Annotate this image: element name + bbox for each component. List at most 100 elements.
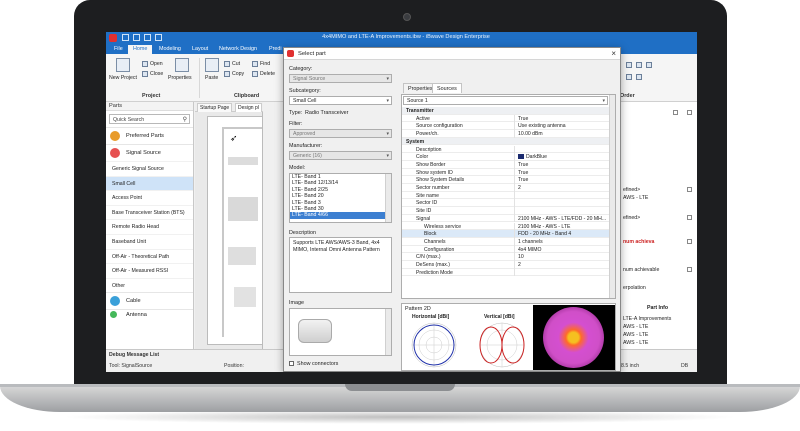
list-item[interactable]: Base Transceiver Station (BTS) (106, 204, 193, 220)
close-icon[interactable]: × (611, 49, 616, 58)
list-item[interactable]: Off-Air - Measured RSSI (106, 263, 193, 278)
row-checkbox[interactable] (687, 187, 692, 192)
subcategory-select[interactable]: Small Cell ▾ (289, 96, 392, 105)
scrollbar[interactable] (385, 309, 391, 355)
property-row[interactable]: Site name (402, 191, 611, 200)
property-row[interactable]: Prediction Mode (402, 268, 611, 277)
list-item[interactable]: Other (106, 277, 193, 293)
tab-home[interactable]: Home (128, 45, 153, 54)
tab-startup-page[interactable]: Startup Page (197, 103, 233, 112)
open-button[interactable]: Open (150, 61, 163, 67)
property-category[interactable]: Transmitter (402, 107, 611, 115)
list-item[interactable]: Generic Signal Source (106, 161, 193, 176)
paste-button[interactable]: Paste (205, 75, 218, 81)
find-icon[interactable] (252, 61, 258, 67)
part-info-tab[interactable]: Part Info (647, 305, 668, 311)
row-checkbox[interactable] (687, 239, 692, 244)
property-row[interactable]: Show system ID True (402, 168, 611, 177)
new-project-icon[interactable] (116, 58, 130, 72)
visibility-checkbox[interactable] (673, 110, 678, 115)
chevron-down-icon: ▾ (386, 76, 389, 82)
debug-tab[interactable]: Debug Message List (109, 352, 159, 358)
property-row[interactable]: C/N (max.) 10 (402, 253, 611, 261)
property-row[interactable]: Source configuration Use existing antenna (402, 122, 611, 131)
undo-icon[interactable] (133, 34, 140, 41)
category-antenna[interactable]: Antenna (106, 309, 193, 319)
property-row[interactable]: Site ID (402, 207, 611, 215)
new-project-button[interactable]: New Project (109, 75, 137, 81)
property-row[interactable]: Wireless service 2100 MHz - AWS - LTE (402, 222, 611, 231)
order-icon[interactable] (626, 74, 632, 80)
scrollbar[interactable] (609, 95, 615, 298)
design-canvas[interactable]: Startup Page Design pl ➶ (195, 102, 263, 349)
source-select[interactable]: Source 1 ▾ (403, 96, 608, 105)
row-checkbox[interactable] (687, 267, 692, 272)
close-button[interactable]: Close (150, 71, 163, 77)
floor-plan[interactable]: ➶ (207, 116, 263, 345)
redo-icon[interactable] (144, 34, 151, 41)
property-row[interactable]: Active True (402, 114, 611, 123)
row-checkbox[interactable] (687, 215, 692, 220)
save-icon[interactable] (122, 34, 129, 41)
scrollbar[interactable] (385, 174, 391, 222)
property-row[interactable]: Configuration 4x4 MIMO (402, 245, 611, 254)
search-icon[interactable]: ⚲ (183, 116, 187, 123)
delete-button[interactable]: Delete (260, 71, 275, 77)
visibility-checkbox[interactable] (687, 110, 692, 115)
tab-sources[interactable]: Sources (432, 83, 462, 93)
open-icon[interactable] (142, 61, 148, 67)
pattern-2d-panel: Pattern 2D Horizontal [dBi] Vertical [dB… (401, 303, 616, 371)
tab-modeling[interactable]: Modeling (154, 45, 186, 54)
order-icon[interactable] (646, 62, 652, 68)
category-select[interactable]: Signal Source ▾ (289, 74, 392, 83)
property-row[interactable]: Color DarkBlue (402, 153, 611, 161)
property-row[interactable]: Power/ch. 10.00 dBm (402, 130, 611, 138)
filter-select[interactable]: Approved ▾ (289, 129, 392, 138)
laptop-notch (345, 384, 455, 391)
copy-button[interactable]: Copy (232, 71, 244, 77)
property-value: 10.00 dBm (518, 131, 543, 138)
property-row[interactable]: Block FDD - 20 MHz - Band 4 (402, 230, 611, 238)
find-button[interactable]: Find (260, 61, 270, 67)
tab-network-design[interactable]: Network Design (214, 45, 262, 54)
list-item[interactable]: Baseband Unit (106, 233, 193, 249)
category-signal-source[interactable]: Signal Source (106, 144, 193, 161)
order-icon[interactable] (636, 74, 642, 80)
quick-search-input[interactable]: Quick Search ⚲ (109, 114, 190, 124)
properties-icon[interactable] (175, 58, 189, 72)
list-item[interactable]: Off-Air - Theoretical Path (106, 248, 193, 264)
tab-file[interactable]: File (109, 45, 128, 54)
property-row[interactable]: Show Border True (402, 160, 611, 169)
property-row[interactable]: Show System Details True (402, 176, 611, 184)
category-cable[interactable]: Cable (106, 292, 193, 309)
property-row[interactable]: Sector ID (402, 199, 611, 208)
document-tabs: Startup Page Design pl (195, 102, 263, 112)
property-row[interactable]: Sector number 2 (402, 184, 611, 192)
cut-icon[interactable] (224, 61, 230, 67)
delete-icon[interactable] (252, 71, 258, 77)
print-icon[interactable] (155, 34, 162, 41)
property-row[interactable]: Channels 1 channels (402, 237, 611, 246)
manufacturer-select[interactable]: Generic (16) ▾ (289, 151, 392, 160)
category-preferred-parts[interactable]: Preferred Parts (106, 127, 193, 144)
model-list[interactable]: LTE- Band 1 LTE- Band 12/13/14 LTE- Band… (289, 173, 392, 223)
model-item-selected[interactable]: LTE- Band 4/66 (290, 212, 391, 219)
list-item[interactable]: Small Cell (106, 175, 193, 191)
tab-layout[interactable]: Layout (187, 45, 213, 54)
close-project-icon[interactable] (142, 71, 148, 77)
properties-button[interactable]: Properties (168, 75, 192, 81)
list-item[interactable]: Remote Radio Head (106, 219, 193, 234)
tab-design-plan[interactable]: Design pl (235, 103, 262, 112)
cut-button[interactable]: Cut (232, 61, 240, 67)
paste-icon[interactable] (205, 58, 219, 72)
property-row[interactable]: Description (402, 145, 611, 154)
show-connectors-checkbox[interactable] (289, 361, 294, 366)
property-row[interactable]: Signal 2100 MHz - AWS - LTE/FDD - 20 MH..… (402, 214, 611, 223)
property-category[interactable]: System (402, 137, 611, 146)
order-icon[interactable] (626, 62, 632, 68)
property-value: FDD - 20 MHz - Band 4 (518, 231, 572, 238)
property-row[interactable]: DeSens (max.) 2 (402, 261, 611, 269)
list-item[interactable]: Access Point (106, 190, 193, 205)
order-icon[interactable] (636, 62, 642, 68)
copy-icon[interactable] (224, 71, 230, 77)
